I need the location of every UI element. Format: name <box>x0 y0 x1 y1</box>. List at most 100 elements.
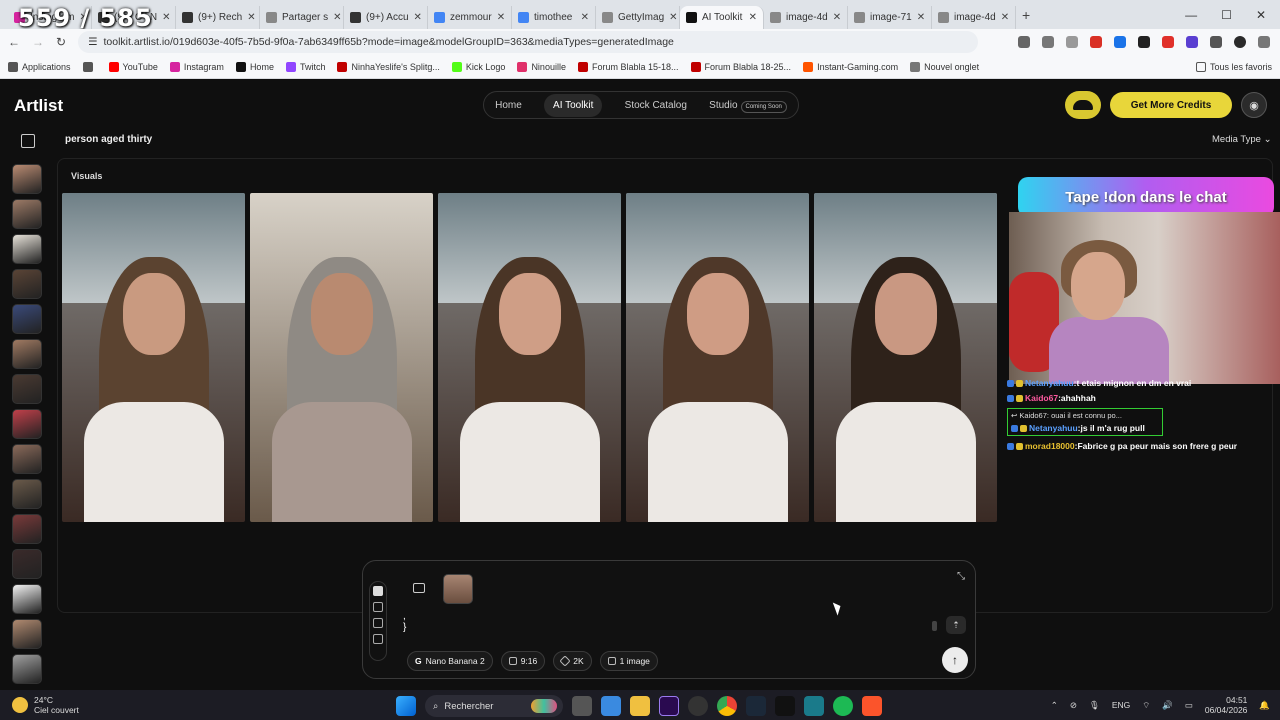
bookmark-item[interactable]: YouTube <box>108 61 158 72</box>
history-thumbnail[interactable] <box>12 514 42 544</box>
browser-tab[interactable]: zemmour ✕ <box>428 6 512 29</box>
reload-icon[interactable]: ↻ <box>56 35 66 49</box>
close-tab-icon[interactable]: ✕ <box>581 12 589 23</box>
generated-image[interactable] <box>62 193 245 522</box>
bookmark-item[interactable]: Nouvel onglet <box>910 61 979 72</box>
tiktok-icon[interactable] <box>775 696 795 716</box>
bookmark-item[interactable]: Twitch <box>285 61 325 72</box>
nav-studio[interactable]: Studio Coming Soon <box>709 100 787 113</box>
user-icon[interactable]: ◉ <box>1241 92 1267 118</box>
browser-tab[interactable]: timothee ✕ <box>512 6 596 29</box>
chrome-icon[interactable] <box>717 696 737 716</box>
browser-tab[interactable]: image-4d ✕ <box>932 6 1016 29</box>
voice-mode-icon[interactable] <box>373 618 383 628</box>
mic-icon[interactable]: 🎙 <box>1089 700 1100 711</box>
premiere-pro-icon[interactable] <box>659 696 679 716</box>
bookmark-item[interactable]: Applications <box>8 61 71 72</box>
browser-tab[interactable]: image-71 ✕ <box>848 6 932 29</box>
close-tab-icon[interactable]: ✕ <box>669 12 677 23</box>
prompt-input[interactable]: , } <box>403 611 406 633</box>
bookmark-item[interactable]: Home <box>235 61 274 72</box>
chevron-up-icon[interactable]: ⌃ <box>1051 700 1058 711</box>
close-tab-icon[interactable]: ✕ <box>333 12 341 23</box>
bookmark-star-icon[interactable] <box>1066 36 1078 48</box>
menu-icon[interactable] <box>1258 36 1270 48</box>
close-tab-icon[interactable]: ✕ <box>1001 12 1009 23</box>
translate-icon[interactable] <box>1018 36 1030 48</box>
history-thumbnail[interactable] <box>12 269 42 299</box>
maximize-icon[interactable]: ☐ <box>1221 8 1232 22</box>
profile-avatar-icon[interactable] <box>1234 36 1246 48</box>
obs-icon[interactable] <box>688 696 708 716</box>
get-more-credits-button[interactable]: Get More Credits <box>1110 92 1232 118</box>
nav-home[interactable]: Home <box>495 100 522 111</box>
widgets-icon[interactable] <box>601 696 621 716</box>
model-selector[interactable]: G Nano Banana 2 <box>407 651 493 671</box>
bookmark-item[interactable] <box>82 61 97 72</box>
weather-widget[interactable]: 24°C Ciel couvert <box>12 695 79 715</box>
generate-button[interactable]: ↑ <box>942 647 968 673</box>
credits-icon[interactable] <box>1065 91 1101 119</box>
add-reference-icon[interactable] <box>413 583 425 593</box>
language-indicator[interactable]: ENG <box>1112 700 1130 710</box>
taskbar-search[interactable]: ⌕ Rechercher <box>425 695 563 717</box>
task-view-icon[interactable] <box>572 696 592 716</box>
back-icon[interactable]: ← <box>8 35 20 49</box>
bookmark-item[interactable]: NinhaYeslife's Splitg... <box>337 61 440 72</box>
nav-stock-catalog[interactable]: Stock Catalog <box>625 100 687 111</box>
nav-ai-toolkit[interactable]: AI Toolkit <box>544 93 603 117</box>
image-count-selector[interactable]: 1 image <box>599 651 658 671</box>
zoom-icon[interactable] <box>1042 36 1054 48</box>
browser-tab[interactable]: image-4d ✕ <box>764 6 848 29</box>
history-thumbnail[interactable] <box>12 164 42 194</box>
generated-image[interactable] <box>250 193 433 522</box>
generated-image[interactable] <box>438 193 621 522</box>
history-thumbnail[interactable] <box>12 444 42 474</box>
clock[interactable]: 04:51 06/04/2026 <box>1205 695 1248 715</box>
volume-icon[interactable]: 🔊 <box>1162 700 1173 711</box>
media-type-dropdown[interactable]: Media Type ⌄ <box>1212 134 1272 145</box>
windows-start-icon[interactable] <box>396 696 416 716</box>
history-thumbnail[interactable] <box>12 654 42 684</box>
history-thumbnail[interactable] <box>12 409 42 439</box>
prompt-scrollbar[interactable] <box>932 621 937 631</box>
bookmark-item[interactable]: Forum Blabla 18-25... <box>690 61 791 72</box>
image-mode-icon[interactable] <box>373 586 383 596</box>
video-mode-icon[interactable] <box>373 602 383 612</box>
close-tab-icon[interactable]: ✕ <box>833 12 841 23</box>
new-edit-icon[interactable] <box>21 134 35 148</box>
notification-icon[interactable]: 🔔 <box>1259 700 1270 711</box>
generated-image[interactable] <box>626 193 809 522</box>
close-tab-icon[interactable]: ✕ <box>414 12 422 23</box>
bookmark-item[interactable]: Kick Logo <box>451 61 505 72</box>
browser-tab[interactable]: Partager s ✕ <box>260 6 344 29</box>
bookmark-item[interactable]: Ninouille <box>517 61 566 72</box>
history-thumbnail[interactable] <box>12 304 42 334</box>
site-info-icon[interactable]: ☰ <box>88 36 97 48</box>
bookmark-item[interactable]: Forum Blabla 15-18... <box>577 61 679 72</box>
new-tab-icon[interactable]: + <box>1022 7 1030 23</box>
spotify-icon[interactable] <box>833 696 853 716</box>
puzzle-icon[interactable] <box>1210 36 1222 48</box>
browser-tab[interactable]: AI Toolkit ✕ <box>680 6 764 29</box>
reference-image-thumbnail[interactable] <box>443 574 473 604</box>
steam-icon[interactable] <box>746 696 766 716</box>
extension-icon[interactable] <box>1138 36 1150 48</box>
all-bookmarks[interactable]: Tous les favoris <box>1195 61 1280 72</box>
close-window-icon[interactable]: ✕ <box>1256 8 1266 22</box>
generated-image[interactable] <box>814 193 997 522</box>
aspect-ratio-selector[interactable]: 9:16 <box>500 651 546 671</box>
close-tab-icon[interactable]: ✕ <box>247 12 255 23</box>
file-explorer-icon[interactable] <box>630 696 650 716</box>
url-field[interactable]: ☰ toolkit.artlist.io/019d603e-40f5-7b5d-… <box>78 31 979 53</box>
history-thumbnail[interactable] <box>12 479 42 509</box>
resolution-selector[interactable]: 2K <box>553 651 592 671</box>
brave-icon[interactable] <box>862 696 882 716</box>
history-thumbnail[interactable] <box>12 339 42 369</box>
browser-tab[interactable]: GettyImag ✕ <box>596 6 680 29</box>
close-tab-icon[interactable]: ✕ <box>917 12 925 23</box>
history-thumbnail[interactable] <box>12 199 42 229</box>
bookmark-item[interactable]: Instagram <box>169 61 224 72</box>
app-icon[interactable] <box>804 696 824 716</box>
wifi-icon[interactable]: ⌔ <box>1142 700 1150 711</box>
